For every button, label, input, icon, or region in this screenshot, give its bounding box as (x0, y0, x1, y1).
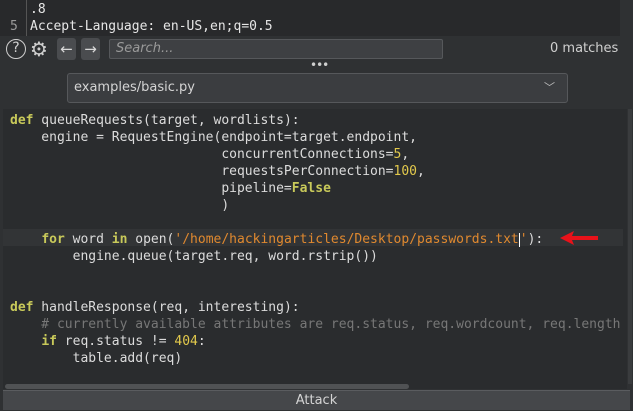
attack-button[interactable]: Attack (3, 390, 630, 410)
code-line: # currently available attributes are req… (10, 316, 627, 333)
search-input[interactable]: Search... (109, 39, 443, 59)
vertical-scrollbar[interactable] (628, 109, 632, 384)
code-token: ): (527, 232, 544, 247)
match-count: 0 matches (550, 41, 619, 56)
code-token: ' (519, 232, 528, 247)
code-editor[interactable]: def queueRequests(target, wordlists): en… (3, 109, 627, 389)
code-token: queueRequests(target, wordlists): (33, 113, 300, 128)
code-token: requestsPerConnection= (10, 164, 394, 179)
request-line: .8 (30, 2, 46, 17)
code-token: , (417, 164, 425, 179)
code-token: table.add(req) (10, 351, 183, 366)
previous-match-button[interactable]: ← (57, 38, 76, 60)
code-token: : (197, 334, 206, 349)
code-token: if (41, 334, 57, 349)
chevron-down-icon: ﹀ (544, 81, 555, 94)
code-token: concurrentConnections= (10, 147, 394, 162)
code-token: pipeline= (10, 181, 292, 196)
request-view: .8 5 Accept-Language: en-US,en;q=0.5 (0, 0, 620, 36)
horizontal-scrollbar[interactable] (5, 384, 409, 389)
next-match-button[interactable]: → (81, 38, 100, 60)
code-line: def handleResponse(req, interesting): (10, 299, 300, 316)
code-line: for word in open('/home/hackingarticles/… (10, 231, 543, 248)
code-line: ) (10, 197, 229, 214)
code-line: engine = RequestEngine(endpoint=target.e… (10, 129, 417, 146)
resize-handle[interactable]: ••• (310, 58, 329, 72)
code-token: 404 (174, 334, 198, 349)
code-token: engine.queue(target.req, word.rstrip()) (10, 249, 378, 264)
code-token: word (64, 232, 112, 247)
code-token: def (10, 300, 34, 315)
code-token: 100 (393, 164, 417, 179)
help-icon[interactable]: ? (6, 39, 26, 59)
code-token: ) (10, 198, 230, 213)
red-arrow-annotation (560, 231, 598, 245)
code-line: if req.status != 404: (10, 333, 206, 350)
script-select-value: examples/basic.py (74, 80, 195, 95)
code-line: engine.queue(target.req, word.rstrip()) (10, 248, 378, 265)
code-line: pipeline=False (10, 180, 331, 197)
code-line: concurrentConnections=5, (10, 146, 409, 163)
gutter-divider (26, 0, 27, 36)
code-token: for (41, 232, 65, 247)
code-line: def queueRequests(target, wordlists): (10, 112, 300, 129)
code-line: table.add(req) (10, 350, 183, 367)
code-token: req.status != (56, 334, 175, 349)
code-token: # currently available attributes are req… (41, 317, 621, 332)
gear-icon[interactable]: ⚙ (29, 39, 49, 59)
code-token: in (111, 232, 128, 247)
code-line: requestsPerConnection=100, (10, 163, 425, 180)
code-token: , (401, 147, 410, 162)
code-token: handleResponse(req, interesting): (33, 300, 300, 315)
code-token: def (10, 113, 34, 128)
line-number: 5 (10, 19, 18, 34)
script-select[interactable]: examples/basic.py ﹀ (67, 73, 568, 103)
code-token: open( (127, 232, 175, 247)
request-line: Accept-Language: en-US,en;q=0.5 (30, 19, 273, 34)
code-token: '/home/hackingarticles/Desktop/passwords… (174, 232, 519, 247)
code-token: engine = RequestEngine(endpoint=target.e… (10, 130, 417, 145)
code-token: False (291, 181, 331, 196)
